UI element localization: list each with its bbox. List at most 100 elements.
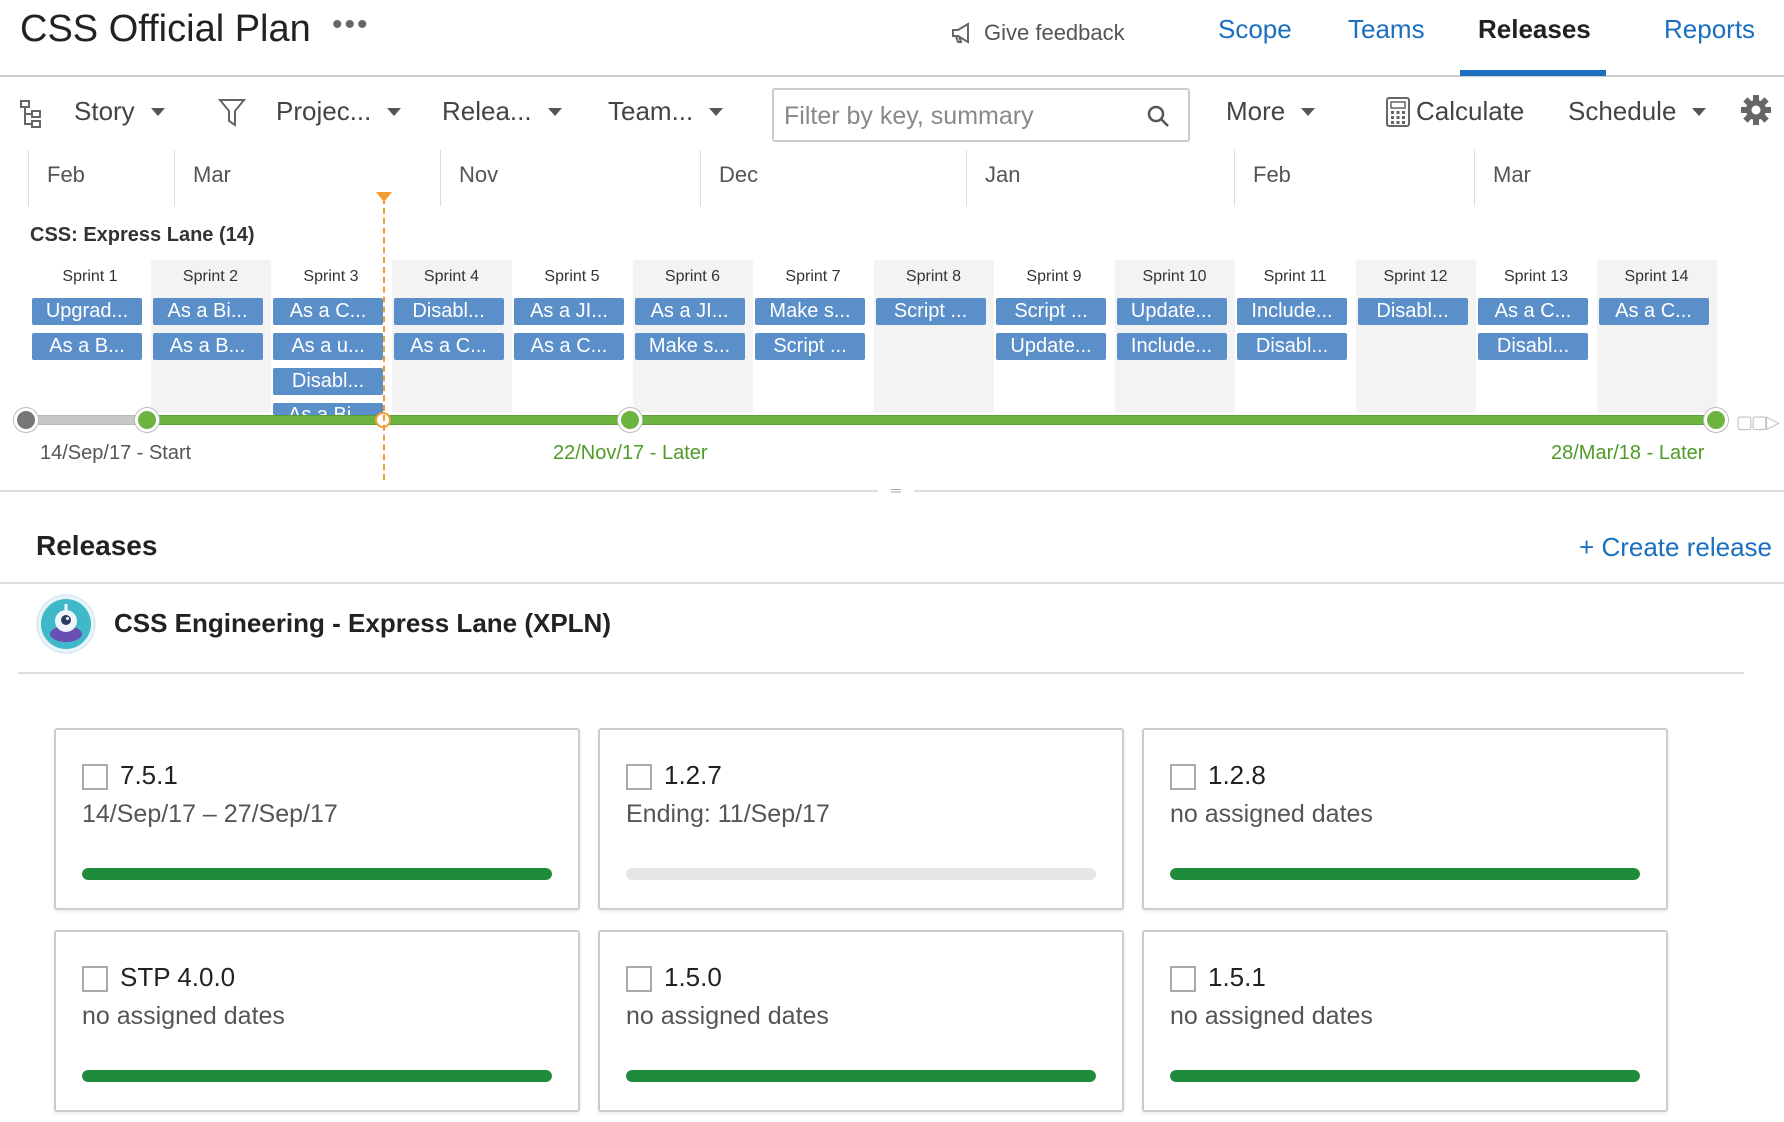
- issue-card[interactable]: Script ...: [996, 298, 1106, 325]
- release-checkbox[interactable]: [1170, 966, 1196, 992]
- sprint-column: Sprint 10 Update... Include...: [1114, 260, 1235, 412]
- release-progress-bar: [1170, 1070, 1640, 1082]
- active-tab-indicator: [1460, 70, 1606, 76]
- release-checkbox[interactable]: [1170, 764, 1196, 790]
- project-name: CSS Engineering - Express Lane (XPLN): [114, 608, 611, 638]
- issue-card[interactable]: Update...: [1116, 298, 1227, 325]
- story-dropdown-label: Story: [74, 96, 135, 126]
- story-dropdown[interactable]: Story: [74, 96, 165, 127]
- issue-card[interactable]: As a Bi...: [152, 298, 263, 325]
- track-scroll-right-icon[interactable]: ▢▢▷: [1736, 412, 1780, 433]
- release-card[interactable]: 1.2.8 no assigned dates: [1142, 728, 1668, 910]
- plan-more-menu-button[interactable]: •••: [332, 8, 370, 42]
- megaphone-icon: [952, 22, 969, 44]
- release-track: [26, 415, 1716, 425]
- release-card[interactable]: STP 4.0.0 no assigned dates: [54, 930, 580, 1112]
- today-marker-icon: [376, 192, 392, 202]
- issue-card[interactable]: Disabl...: [393, 298, 504, 325]
- release-card[interactable]: 1.5.0 no assigned dates: [598, 930, 1124, 1112]
- issue-card[interactable]: Script ...: [755, 333, 865, 360]
- release-checkbox[interactable]: [82, 966, 108, 992]
- project-filter-dropdown[interactable]: Projec...: [276, 96, 402, 127]
- release-node[interactable]: [135, 408, 159, 432]
- tab-scope[interactable]: Scope: [1218, 14, 1292, 45]
- releases-divider: [0, 582, 1784, 584]
- release-progress-fill: [82, 1070, 552, 1082]
- issue-card[interactable]: Disabl...: [1478, 333, 1588, 360]
- issue-card[interactable]: Disabl...: [1357, 298, 1468, 325]
- calculate-button[interactable]: Calculate: [1386, 96, 1524, 127]
- release-progress-bar: [626, 868, 1096, 880]
- release-dates: Ending: 11/Sep/17: [626, 800, 830, 828]
- more-dropdown[interactable]: More: [1226, 96, 1316, 127]
- issue-card[interactable]: As a JI...: [634, 298, 745, 325]
- issue-card[interactable]: As a u...: [273, 333, 383, 360]
- sprint-name: Sprint 3: [303, 268, 359, 285]
- sprint-name: Sprint 2: [182, 268, 239, 285]
- schedule-dropdown[interactable]: Schedule: [1568, 96, 1707, 127]
- issue-card[interactable]: Include...: [1237, 298, 1347, 325]
- month-label: Mar: [174, 150, 440, 206]
- issue-card[interactable]: As a Bi...: [273, 403, 383, 415]
- tab-releases[interactable]: Releases: [1478, 14, 1591, 45]
- sprint-name: Sprint 6: [664, 268, 721, 285]
- month-label: Dec: [700, 150, 966, 206]
- gear-icon[interactable]: [1740, 94, 1772, 126]
- release-card[interactable]: 1.2.7 Ending: 11/Sep/17: [598, 728, 1124, 910]
- team-filter-dropdown[interactable]: Team...: [608, 96, 724, 127]
- release-progress-bar: [82, 1070, 552, 1082]
- release-node[interactable]: [618, 408, 642, 432]
- issue-card[interactable]: Disabl...: [273, 368, 383, 395]
- issue-card[interactable]: Disabl...: [1237, 333, 1347, 360]
- release-node-start[interactable]: [14, 408, 38, 432]
- release-checkbox[interactable]: [626, 966, 652, 992]
- issue-card[interactable]: Script ...: [875, 298, 986, 325]
- release-node[interactable]: [1704, 408, 1728, 432]
- tab-reports[interactable]: Reports: [1664, 14, 1755, 45]
- track-segment-past: [26, 415, 146, 425]
- sprint-name: Sprint 12: [1383, 268, 1448, 285]
- issue-card[interactable]: Include...: [1116, 333, 1227, 360]
- issue-card[interactable]: As a C...: [514, 333, 624, 360]
- issue-card[interactable]: As a C...: [273, 298, 383, 325]
- issue-card[interactable]: Make s...: [634, 333, 745, 360]
- release-date-label: 28/Mar/18 - Later: [1551, 442, 1705, 464]
- start-date-label: 14/Sep/17 - Start: [40, 442, 192, 464]
- search-icon[interactable]: [1146, 104, 1170, 128]
- chevron-down-icon: [150, 107, 165, 116]
- give-feedback-label: Give feedback: [984, 20, 1125, 45]
- issue-card[interactable]: As a B...: [32, 333, 142, 360]
- resize-handle[interactable]: ═: [878, 483, 914, 498]
- issue-card[interactable]: As a C...: [1478, 298, 1588, 325]
- release-filter-dropdown[interactable]: Relea...: [442, 96, 562, 127]
- project-divider: [18, 672, 1744, 674]
- team-filter-label: Team...: [608, 96, 694, 126]
- releases-heading: Releases: [36, 530, 158, 561]
- chevron-down-icon: [547, 107, 562, 116]
- tab-teams[interactable]: Teams: [1348, 14, 1425, 45]
- release-checkbox[interactable]: [82, 764, 108, 790]
- issue-card[interactable]: As a C...: [393, 333, 504, 360]
- issue-card[interactable]: Make s...: [755, 298, 865, 325]
- release-card[interactable]: 1.5.1 no assigned dates: [1142, 930, 1668, 1112]
- release-filter-label: Relea...: [442, 96, 532, 126]
- sprint-column: Sprint 12 Disabl...: [1355, 260, 1476, 412]
- release-dates: no assigned dates: [1170, 800, 1373, 828]
- issue-card[interactable]: As a B...: [152, 333, 263, 360]
- hierarchy-icon[interactable]: [20, 100, 42, 128]
- month-label: Feb: [28, 150, 174, 206]
- search-input[interactable]: [784, 98, 1124, 134]
- issue-card[interactable]: As a C...: [1598, 298, 1709, 325]
- release-card[interactable]: 7.5.1 14/Sep/17 – 27/Sep/17: [54, 728, 580, 910]
- create-release-button[interactable]: + Create release: [1579, 532, 1772, 563]
- release-checkbox[interactable]: [626, 764, 652, 790]
- timeline-months: Feb Mar Nov Dec Jan Feb Mar: [0, 150, 1784, 206]
- sprint-name: Sprint 14: [1624, 268, 1689, 285]
- give-feedback-button[interactable]: Give feedback: [950, 20, 1125, 46]
- filter-icon[interactable]: [218, 98, 246, 128]
- issue-card[interactable]: As a JI...: [514, 298, 624, 325]
- issue-card[interactable]: Update...: [996, 333, 1106, 360]
- release-name: 7.5.1: [120, 760, 178, 790]
- issue-card[interactable]: Upgrad...: [32, 298, 142, 325]
- sprint-column: Sprint 5 As a JI... As a C...: [512, 260, 632, 412]
